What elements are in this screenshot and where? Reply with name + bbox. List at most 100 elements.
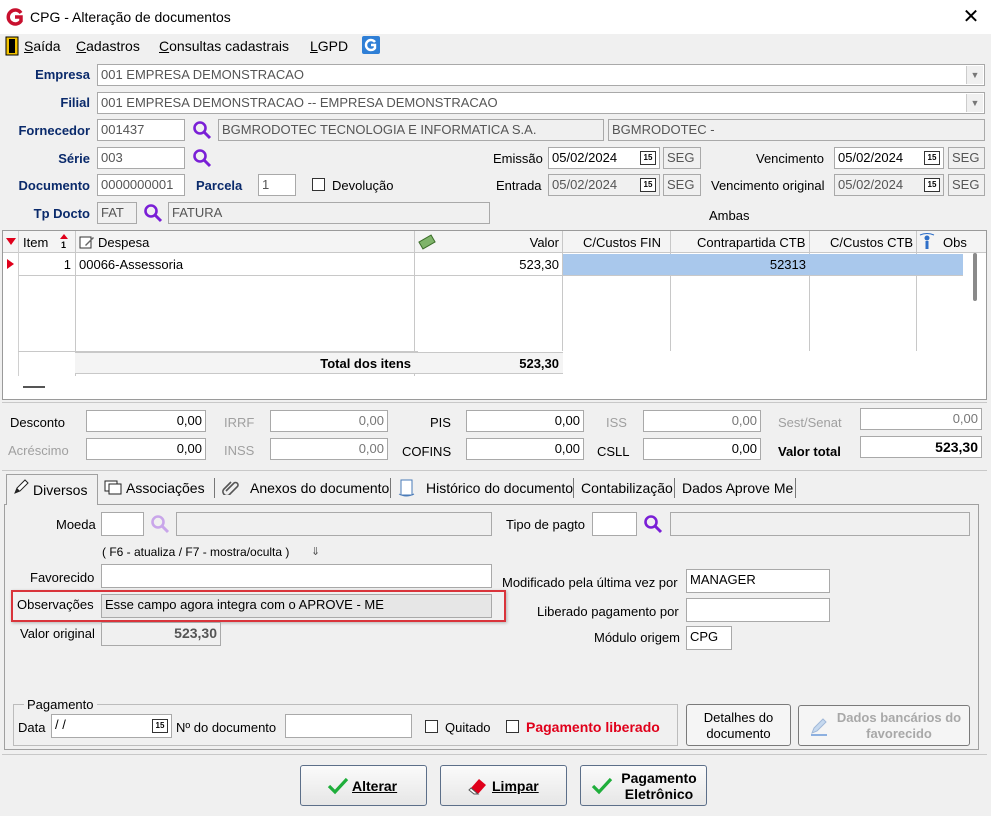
menu-lgpd[interactable]: LGPD	[310, 38, 348, 54]
fornecedor-name-field: BGMRODOTEC TECNOLOGIA E INFORMATICA S.A.	[218, 119, 604, 141]
pagamento-eletronico-button[interactable]: Pagamento Eletrônico	[580, 765, 707, 806]
valor-total-label: Valor total	[778, 444, 841, 459]
empresa-select[interactable]: 001 EMPRESA DEMONSTRACAO ▼	[97, 64, 985, 86]
calendar-icon[interactable]: 15	[924, 151, 940, 165]
horizontal-scrollbar[interactable]	[23, 386, 45, 388]
help-icon[interactable]	[362, 36, 380, 54]
vertical-scrollbar[interactable]	[973, 253, 977, 301]
desconto-label: Desconto	[10, 415, 65, 430]
grid-divider	[18, 231, 19, 376]
pagamento-eletronico-label: Pagamento Eletrônico	[621, 770, 697, 802]
ambas-label: Ambas	[709, 208, 750, 223]
tab-label: Dados Aprove Me	[682, 480, 794, 496]
menu-consultas[interactable]: Consultas cadastrais	[159, 38, 289, 54]
calendar-icon[interactable]: 15	[152, 719, 168, 733]
close-icon[interactable]: ✕	[958, 4, 984, 30]
table-row[interactable]: 1 00066-Assessoria 523,30 52313	[19, 254, 963, 276]
entrada-date-field: 05/02/2024 15	[548, 174, 660, 196]
menu-saida[interactable]: Saída	[24, 38, 61, 54]
emissao-label: Emissão	[493, 151, 543, 166]
col-ccctb[interactable]: C/Custos CTB	[830, 235, 913, 250]
modificado-label: Modificado pela última vez por	[502, 575, 678, 590]
search-icon[interactable]	[150, 514, 170, 534]
limpar-button[interactable]: Limpar	[440, 765, 567, 806]
alterar-button[interactable]: Alterar	[300, 765, 427, 806]
pagamento-liberado-checkbox[interactable]	[506, 720, 519, 733]
check-icon	[591, 776, 613, 796]
documento-label: Documento	[18, 178, 91, 193]
window-title: CPG - Alteração de documentos	[30, 9, 231, 25]
tab-diversos[interactable]: Diversos	[6, 474, 98, 504]
exit-door-icon[interactable]	[5, 36, 19, 56]
emissao-date-input[interactable]: 05/02/2024 15	[548, 147, 660, 169]
documento-input[interactable]: 0000000001	[97, 174, 185, 196]
inss-field: 0,00	[270, 438, 388, 460]
acrescimo-input[interactable]: 0,00	[86, 438, 206, 460]
valor-total-field: 523,30	[860, 436, 982, 458]
moeda-input[interactable]	[101, 512, 144, 536]
observacoes-field[interactable]: Esse campo agora integra com o APROVE - …	[101, 594, 492, 618]
items-grid[interactable]: Item 1 Despesa Valor C/Custos FIN Contra…	[2, 230, 987, 400]
filial-value: 001 EMPRESA DEMONSTRACAO -- EMPRESA DEMO…	[101, 95, 498, 110]
tab-separator	[390, 478, 391, 498]
col-valor[interactable]: Valor	[503, 235, 559, 250]
col-obs[interactable]: Obs	[943, 235, 967, 250]
emissao-dow: SEG	[663, 147, 701, 169]
parcela-input[interactable]: 1	[258, 174, 296, 196]
serie-label: Série	[58, 151, 90, 166]
liberado-label: Liberado pagamento por	[537, 604, 679, 619]
detalhes-documento-button[interactable]: Detalhes do documento	[686, 704, 791, 746]
serie-input[interactable]: 003	[97, 147, 185, 169]
dados-bancarios-label: Dados bancários do favorecido	[836, 710, 962, 741]
vencimento-value: 05/02/2024	[838, 150, 904, 165]
tipo-pagto-input[interactable]	[592, 512, 637, 536]
tpdocto-label: Tp Docto	[33, 206, 90, 221]
desconto-input[interactable]: 0,00	[86, 410, 206, 432]
acrescimo-label: Acréscimo	[8, 443, 69, 458]
valor-original-field: 523,30	[101, 622, 221, 646]
calendar-icon[interactable]: 15	[640, 151, 656, 165]
search-icon[interactable]	[192, 120, 212, 140]
fornecedor-code-input[interactable]: 001437	[97, 119, 185, 141]
observacoes-label: Observações	[17, 597, 94, 612]
total-label: Total dos itens	[320, 356, 411, 371]
pis-input[interactable]: 0,00	[466, 410, 584, 432]
document-icon	[398, 479, 416, 497]
grid-divider	[809, 231, 810, 351]
col-contrapartida[interactable]: Contrapartida CTB	[697, 235, 805, 250]
moeda-label: Moeda	[56, 517, 96, 532]
col-ccfin[interactable]: C/Custos FIN	[583, 235, 661, 250]
csll-input[interactable]: 0,00	[643, 438, 761, 460]
search-icon[interactable]	[143, 203, 163, 223]
eraser-icon	[467, 776, 489, 796]
modulo-label: Módulo origem	[594, 630, 680, 645]
search-icon[interactable]	[643, 514, 663, 534]
favorecido-input[interactable]	[101, 564, 492, 588]
dados-bancarios-button[interactable]: Dados bancários do favorecido	[798, 705, 970, 746]
quitado-checkbox[interactable]	[425, 720, 438, 733]
col-item[interactable]: Item	[23, 235, 48, 250]
ndoc-input[interactable]	[285, 714, 412, 738]
data-value: / /	[55, 717, 66, 732]
filial-select[interactable]: 001 EMPRESA DEMONSTRACAO -- EMPRESA DEMO…	[97, 92, 985, 114]
alterar-label: Alterar	[352, 778, 398, 794]
moeda-desc-field	[176, 512, 492, 536]
sort-indicator-icon	[6, 238, 16, 245]
devolucao-checkbox[interactable]	[312, 178, 325, 191]
entrada-dow: SEG	[663, 174, 701, 196]
tpdocto-code-field[interactable]: FAT	[97, 202, 137, 224]
cofins-input[interactable]: 0,00	[466, 438, 584, 460]
tab-separator	[573, 478, 574, 498]
menu-cadastros[interactable]: Cadastros	[76, 38, 140, 54]
csll-label: CSLL	[597, 444, 630, 459]
data-pagamento-input[interactable]: / / 15	[51, 714, 172, 738]
tab-label: Associações	[126, 480, 205, 496]
vencimento-date-input[interactable]: 05/02/2024 15	[834, 147, 944, 169]
sort-asc-icon: 1	[58, 233, 70, 250]
edit-pencil-icon	[809, 716, 829, 736]
ndoc-label: Nº do documento	[176, 720, 277, 735]
irrf-label: IRRF	[224, 415, 255, 430]
col-despesa[interactable]: Despesa	[98, 235, 149, 250]
empresa-label: Empresa	[35, 67, 90, 82]
search-icon[interactable]	[192, 148, 212, 168]
